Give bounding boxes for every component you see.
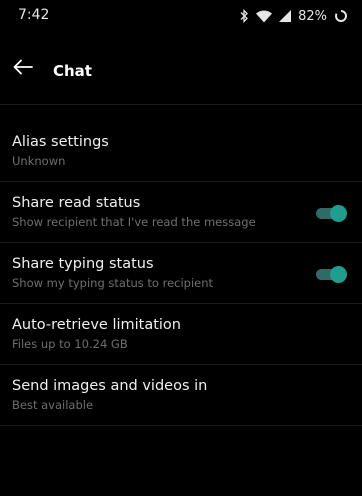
page-title: Chat [53,62,92,80]
setting-send-images-videos[interactable]: Send images and videos in Best available [0,365,362,426]
app-bar: Chat [0,32,362,105]
status-icons: 82% [239,6,348,26]
settings-list: Alias settings Unknown Share read status… [0,105,362,426]
setting-subtitle: Files up to 10.24 GB [12,337,128,351]
share-typing-status-toggle[interactable] [316,266,347,283]
setting-title: Auto-retrieve limitation [12,317,181,333]
status-bar: 7:42 82% [0,0,362,32]
setting-title: Share read status [12,195,141,211]
setting-subtitle: Unknown [12,154,66,168]
setting-auto-retrieve-limitation[interactable]: Auto-retrieve limitation Files up to 10.… [0,304,362,365]
toggle-thumb [330,266,347,283]
share-read-status-toggle[interactable] [316,205,347,222]
setting-subtitle: Show recipient that I've read the messag… [12,215,256,229]
setting-alias[interactable]: Alias settings Unknown [0,105,362,182]
wifi-icon [256,10,273,23]
arrow-left-icon [13,59,33,79]
setting-title: Send images and videos in [12,378,208,394]
setting-subtitle: Best available [12,398,94,412]
setting-title: Alias settings [12,134,109,150]
bluetooth-icon [239,9,249,23]
status-time: 7:42 [18,7,50,23]
setting-share-read-status[interactable]: Share read status Show recipient that I'… [0,182,362,243]
toggle-thumb [330,205,347,222]
back-button[interactable] [8,54,38,84]
setting-subtitle: Show my typing status to recipient [12,276,214,290]
signal-icon [279,10,292,22]
setting-title: Share typing status [12,256,154,272]
battery-icon [334,9,348,23]
battery-percent: 82% [298,8,327,24]
setting-share-typing-status[interactable]: Share typing status Show my typing statu… [0,243,362,304]
